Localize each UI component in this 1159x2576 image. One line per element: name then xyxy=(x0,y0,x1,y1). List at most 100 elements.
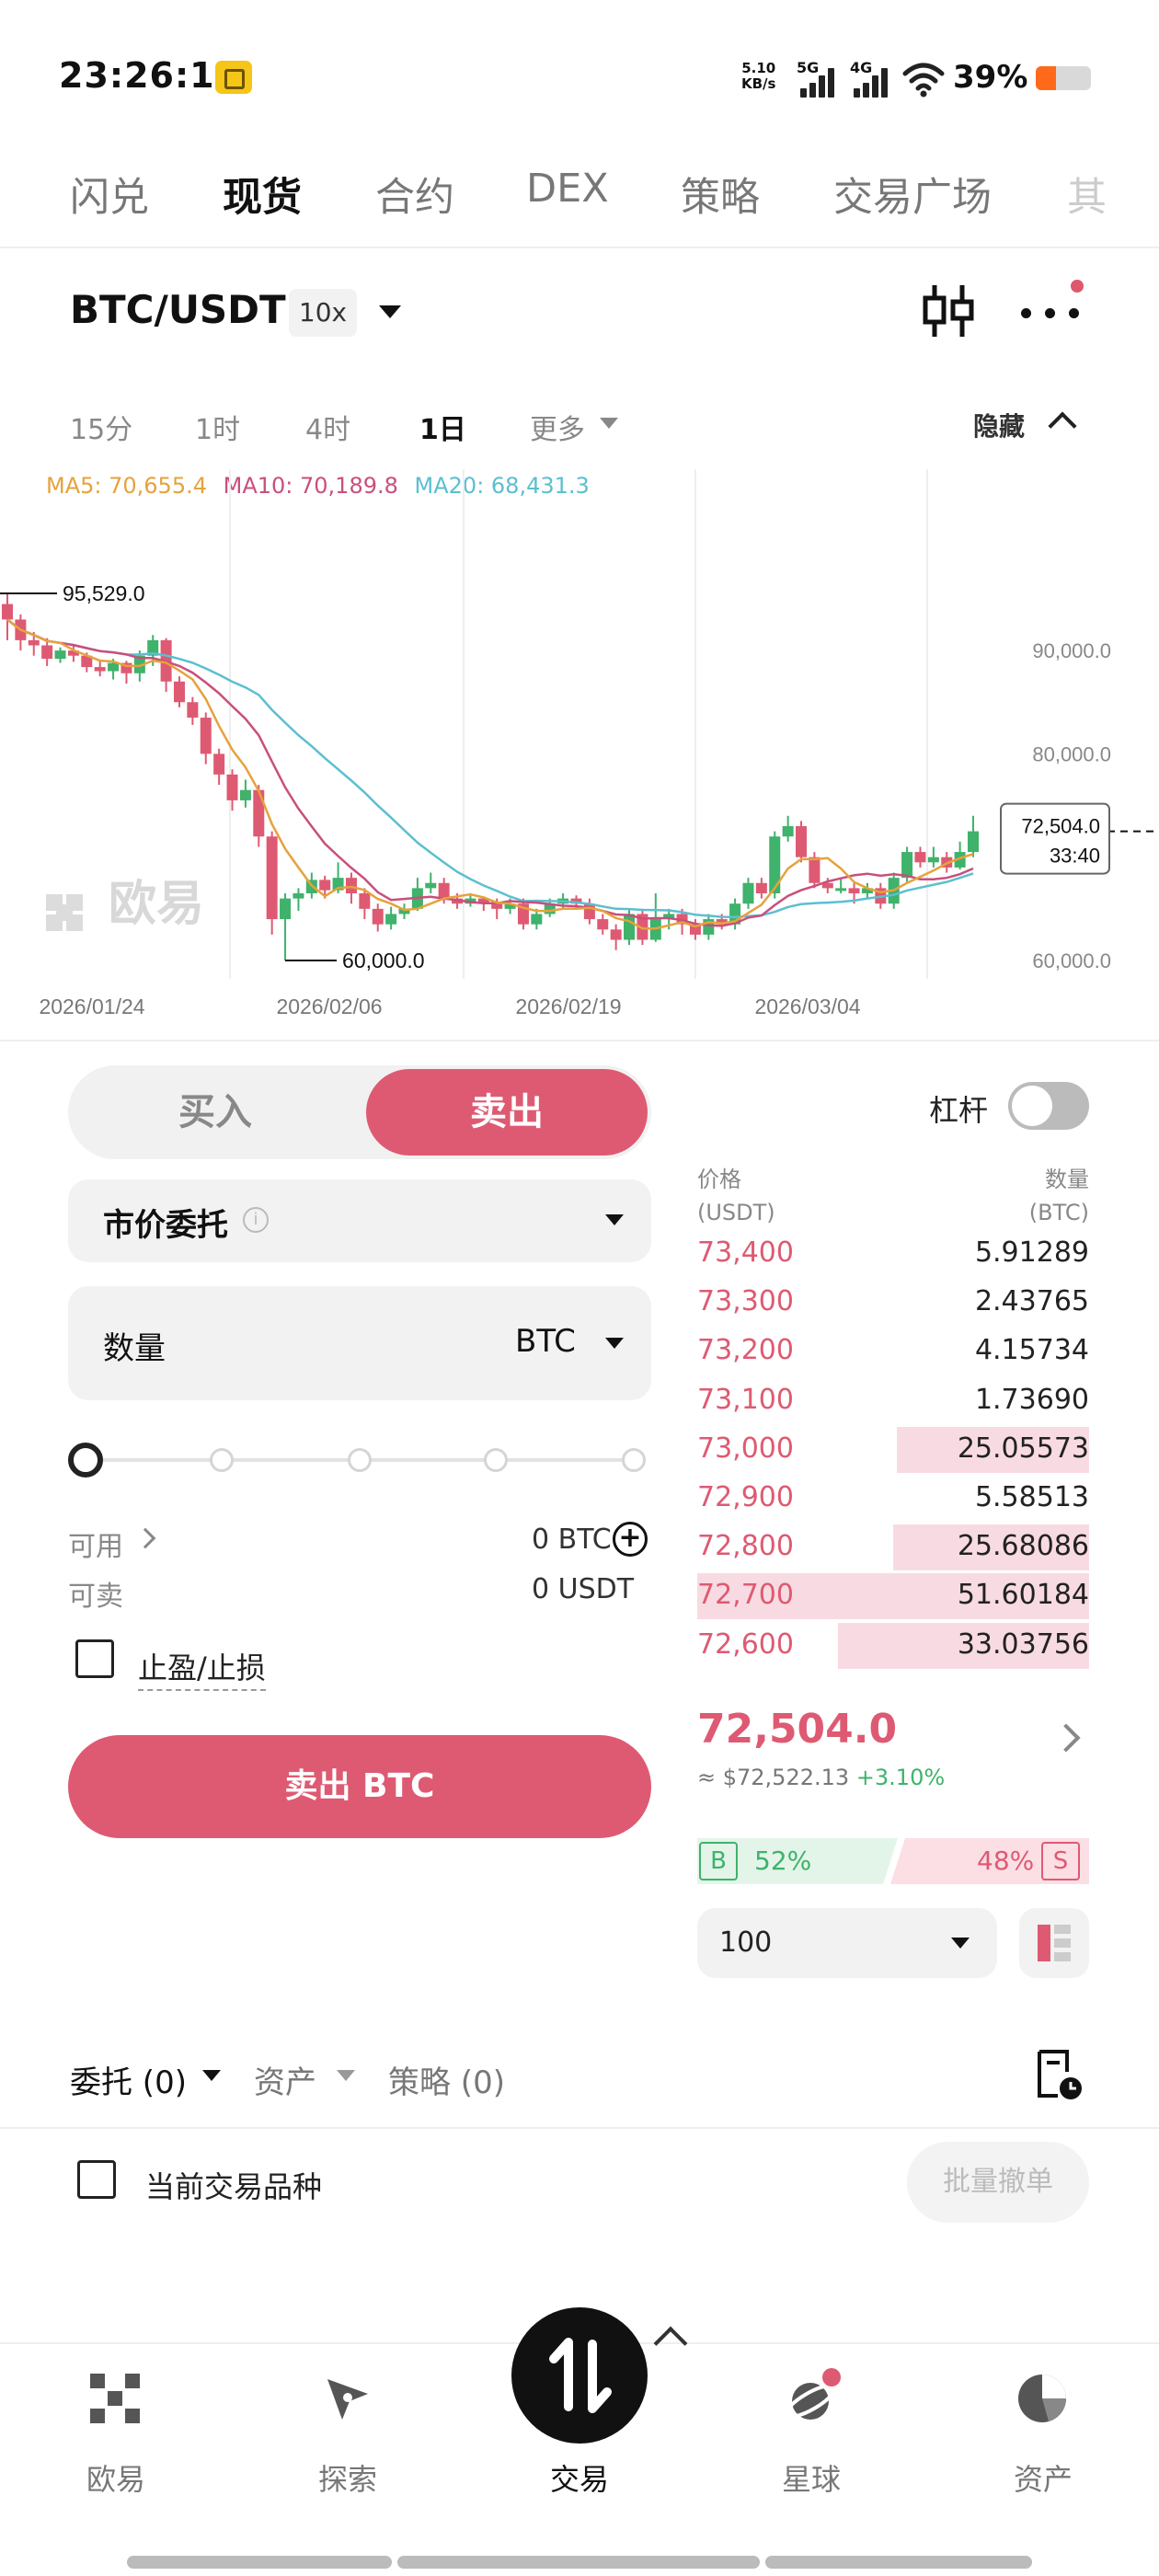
slider-node-100[interactable] xyxy=(622,1448,646,1472)
explore-icon[interactable] xyxy=(316,2368,377,2429)
timeframe-15m[interactable]: 15分 xyxy=(70,407,132,447)
slider-node-25[interactable] xyxy=(210,1448,234,1472)
network-speed: 5.10 KB/s xyxy=(741,60,776,92)
batch-cancel-button[interactable]: 批量撤单 xyxy=(907,2142,1089,2223)
more-options-icon[interactable] xyxy=(1021,304,1085,322)
slider-handle[interactable] xyxy=(68,1443,103,1478)
nav-trade[interactable]: 交易 xyxy=(515,2456,644,2499)
candlestick-chart-icon[interactable] xyxy=(920,283,977,339)
chevron-up-icon[interactable] xyxy=(1048,411,1077,441)
available-chevron-icon[interactable] xyxy=(134,1527,156,1549)
orderbook-layout-button[interactable] xyxy=(1019,1908,1089,1978)
pair-symbol[interactable]: BTC/USDT xyxy=(70,287,286,332)
current-pair-checkbox[interactable] xyxy=(77,2160,116,2199)
tab-dex[interactable]: DEX xyxy=(526,166,609,212)
candle-body xyxy=(755,882,767,894)
timeframe-1h[interactable]: 1时 xyxy=(195,407,240,447)
assets-pie-icon[interactable] xyxy=(1012,2368,1073,2429)
ask-row[interactable]: 72,900 5.58513 xyxy=(697,1474,1089,1522)
ask-price: 73,000 xyxy=(697,1432,794,1465)
tab-other[interactable]: 其 xyxy=(1067,166,1107,223)
price-chart[interactable]: 90,000.080,000.070,000.060,000.02026/01/… xyxy=(0,469,1159,1040)
add-funds-icon[interactable]: + xyxy=(613,1522,648,1557)
nav-explore[interactable]: 探索 xyxy=(283,2456,412,2499)
gesture-bar-center xyxy=(397,2556,760,2569)
status-time: 23:26:18 xyxy=(59,55,241,96)
quantity-field[interactable]: 数量 BTC xyxy=(68,1286,651,1400)
nav-okx[interactable]: 欧易 xyxy=(52,2456,180,2499)
nav-assets[interactable]: 资产 xyxy=(979,2456,1107,2499)
trade-fab[interactable] xyxy=(511,2307,648,2444)
ask-row[interactable]: 73,000 25.05573 xyxy=(697,1425,1089,1473)
timeframe-more[interactable]: 更多 xyxy=(530,407,585,447)
tab-trading-square[interactable]: 交易广场 xyxy=(833,166,992,223)
ask-row[interactable]: 73,200 4.15734 xyxy=(697,1327,1089,1374)
candle-body xyxy=(848,888,860,894)
leverage-toggle[interactable] xyxy=(1008,1082,1089,1130)
tab-strategy[interactable]: 策略 xyxy=(681,166,760,223)
orders-tab[interactable]: 委托 (0) xyxy=(70,2057,187,2102)
quantity-unit[interactable]: BTC xyxy=(515,1323,576,1360)
price-change: +3.10% xyxy=(855,1765,946,1790)
timeframe-more-caret-icon[interactable] xyxy=(600,418,618,429)
tpsl-label[interactable]: 止盈/止损 xyxy=(138,1645,266,1691)
last-price[interactable]: 72,504.0 xyxy=(697,1706,897,1753)
pair-dropdown-icon[interactable] xyxy=(379,305,401,318)
depth-value: 100 xyxy=(719,1926,773,1959)
assets-tab[interactable]: 资产 xyxy=(254,2057,316,2102)
slider-node-75[interactable] xyxy=(484,1448,508,1472)
quantity-label: 数量 xyxy=(103,1330,166,1367)
strategy-tab[interactable]: 策略 (0) xyxy=(388,2057,505,2102)
order-type-select[interactable]: 市价委托 i xyxy=(68,1179,651,1262)
orderbook-price-header: 价格 (USDT) xyxy=(697,1167,775,1225)
order-type-caret-icon xyxy=(605,1214,624,1225)
ask-qty: 51.60184 xyxy=(957,1579,1089,1612)
ask-row[interactable]: 72,700 51.60184 xyxy=(697,1571,1089,1620)
planet-icon[interactable] xyxy=(780,2368,841,2429)
market-type-tabs: 闪兑 现货 合约 DEX 策略 交易广场 其 xyxy=(0,147,1159,248)
ask-row[interactable]: 72,800 25.68086 xyxy=(697,1523,1089,1571)
candle-body xyxy=(385,914,397,925)
ask-price: 72,800 xyxy=(697,1530,794,1563)
ask-qty: 25.05573 xyxy=(957,1432,1089,1465)
tab-futures[interactable]: 合约 xyxy=(375,166,454,223)
timeframe-1d[interactable]: 1日 xyxy=(419,407,466,447)
orders-tab-caret-icon[interactable] xyxy=(202,2070,221,2081)
okx-home-icon[interactable] xyxy=(85,2368,145,2429)
leverage-label: 杠杆 xyxy=(929,1093,989,1128)
gesture-bar-left xyxy=(127,2556,392,2569)
candle-body xyxy=(597,919,609,930)
assets-tab-caret-icon[interactable] xyxy=(337,2070,355,2081)
ask-row[interactable]: 73,300 2.43765 xyxy=(697,1278,1089,1326)
wifi-icon xyxy=(902,63,945,98)
tab-convert[interactable]: 闪兑 xyxy=(70,166,149,223)
quantity-unit-caret-icon[interactable] xyxy=(605,1338,624,1349)
timeframe-4h[interactable]: 4时 xyxy=(305,407,350,447)
buy-tab[interactable]: 买入 xyxy=(68,1065,362,1159)
ask-row[interactable]: 73,400 5.91289 xyxy=(697,1229,1089,1277)
buy-sell-ratio: B 52% 48% S xyxy=(697,1838,1089,1884)
ask-price: 73,100 xyxy=(697,1383,794,1416)
available-label[interactable]: 可用 xyxy=(68,1524,123,1564)
buy-ratio-badge: B xyxy=(699,1842,738,1880)
depth-precision-select[interactable]: 100 xyxy=(697,1908,997,1978)
tab-spot[interactable]: 现货 xyxy=(223,166,302,223)
tpsl-checkbox[interactable] xyxy=(75,1639,114,1678)
sell-btc-button[interactable]: 卖出 BTC xyxy=(68,1735,651,1838)
slider-node-50[interactable] xyxy=(348,1448,372,1472)
sell-tab[interactable]: 卖出 xyxy=(366,1069,648,1156)
chevron-right-icon[interactable] xyxy=(1051,1723,1081,1753)
order-history-icon[interactable] xyxy=(1036,2048,1084,2101)
candle-body xyxy=(54,650,66,660)
orderbook-qty-header: 数量 (BTC) xyxy=(1028,1167,1089,1225)
battery-icon xyxy=(1036,66,1091,90)
current-pair-label[interactable]: 当前交易品种 xyxy=(145,2164,322,2206)
hide-chart-button[interactable]: 隐藏 xyxy=(973,407,1025,443)
candle-body xyxy=(280,898,292,920)
ask-row[interactable]: 72,600 33.03756 xyxy=(697,1621,1089,1669)
leverage-chip[interactable]: 10x xyxy=(289,289,357,337)
candle-body xyxy=(425,882,437,889)
ask-row[interactable]: 73,100 1.73690 xyxy=(697,1376,1089,1424)
info-icon[interactable]: i xyxy=(243,1207,269,1233)
nav-planet[interactable]: 星球 xyxy=(747,2456,876,2499)
